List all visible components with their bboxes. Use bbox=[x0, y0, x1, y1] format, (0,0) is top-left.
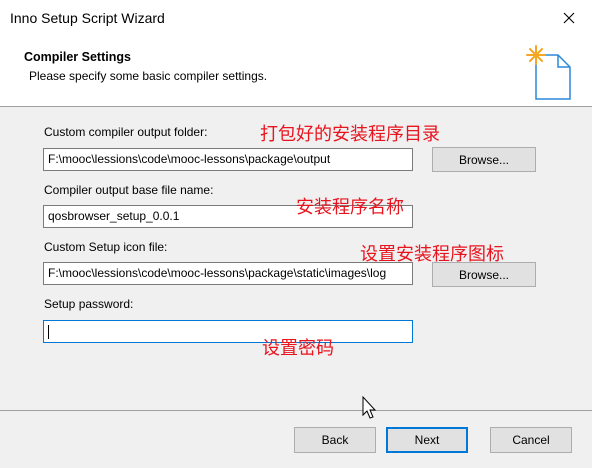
output-folder-label: Custom compiler output folder: bbox=[44, 125, 208, 139]
footer-divider bbox=[0, 410, 592, 411]
cancel-button[interactable]: Cancel bbox=[490, 427, 572, 453]
wizard-sparkle-document-icon bbox=[526, 45, 571, 100]
icon-file-label: Custom Setup icon file: bbox=[44, 240, 168, 254]
icon-file-input[interactable]: F:\mooc\lessions\code\mooc-lessons\packa… bbox=[43, 262, 413, 285]
base-name-label: Compiler output base file name: bbox=[44, 183, 214, 197]
password-label: Setup password: bbox=[44, 297, 134, 311]
mouse-pointer-icon bbox=[362, 396, 377, 419]
wizard-header: Compiler Settings Please specify some ba… bbox=[0, 36, 592, 107]
annotation-output-folder: 打包好的安装程序目录 bbox=[260, 124, 440, 145]
close-icon bbox=[563, 12, 575, 24]
password-input[interactable] bbox=[43, 320, 413, 343]
back-button[interactable]: Back bbox=[294, 427, 376, 453]
output-folder-input[interactable]: F:\mooc\lessions\code\mooc-lessons\packa… bbox=[43, 148, 413, 171]
annotation-icon-file: 设置安装程序图标 bbox=[360, 244, 504, 265]
text-caret bbox=[48, 324, 49, 339]
page-title: Compiler Settings bbox=[24, 50, 131, 64]
next-button[interactable]: Next bbox=[386, 427, 468, 453]
page-subtitle: Please specify some basic compiler setti… bbox=[29, 69, 268, 83]
close-button[interactable] bbox=[546, 0, 592, 36]
annotation-password: 设置密码 bbox=[262, 338, 334, 359]
window-title: Inno Setup Script Wizard bbox=[10, 10, 165, 26]
title-bar: Inno Setup Script Wizard bbox=[0, 0, 592, 36]
annotation-base-name: 安装程序名称 bbox=[296, 197, 404, 218]
browse-output-folder-button[interactable]: Browse... bbox=[432, 147, 536, 172]
